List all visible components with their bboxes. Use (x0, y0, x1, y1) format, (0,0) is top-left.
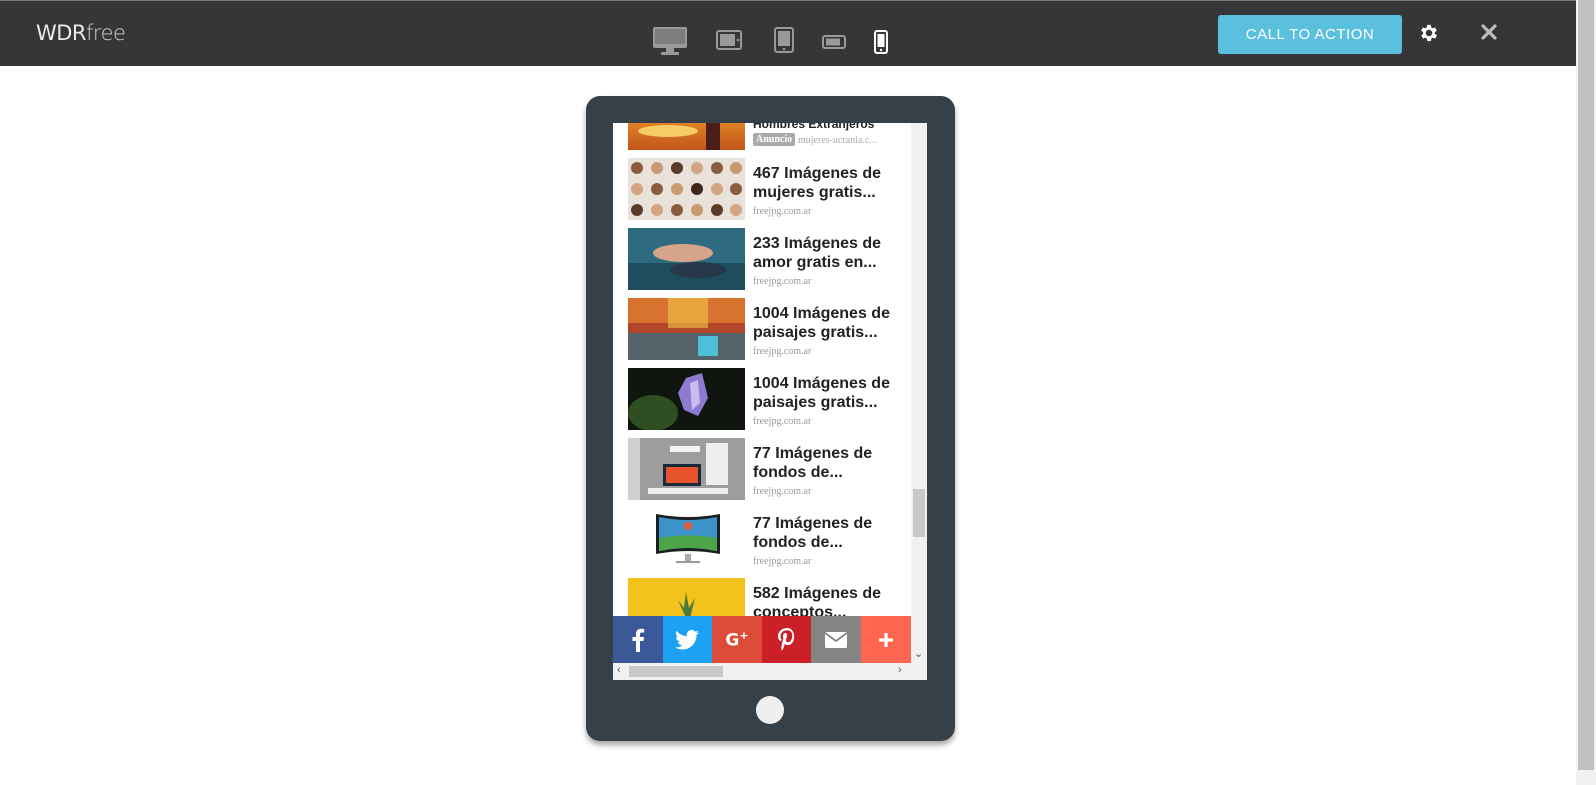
page-scrollbar-thumb[interactable] (1578, 0, 1594, 770)
pinterest-share-button[interactable] (761, 616, 812, 663)
top-toolbar: WDRfree CALL TO ACTION (0, 0, 1576, 66)
phone-portrait-icon[interactable] (874, 30, 888, 54)
twitter-icon (675, 629, 700, 649)
screen-horizontal-scrollbar-thumb[interactable] (629, 666, 723, 677)
ad-item[interactable]: Hombres Extranjeros Anuncio mujeres-ucra… (628, 123, 911, 150)
gear-icon[interactable] (1418, 22, 1440, 44)
facebook-icon (632, 628, 644, 652)
item-title: 467 Imágenes de mujeres gratis... (753, 165, 882, 201)
screen-horizontal-scrollbar[interactable]: ‹ › (613, 663, 927, 680)
more-icon (878, 632, 893, 647)
item-source: freejpg.com.ar (753, 276, 812, 287)
google-plus-share-button[interactable]: G+ (712, 616, 762, 663)
google-plus-icon: G+ (725, 628, 749, 651)
tablet-portrait-icon[interactable] (774, 27, 794, 53)
facebook-share-button[interactable] (613, 616, 663, 663)
screen-vertical-scrollbar-thumb[interactable] (913, 489, 925, 537)
scroll-down-arrow-icon[interactable]: ⌄ (914, 647, 923, 660)
item-source: freejpg.com.ar (753, 556, 812, 567)
list-item[interactable]: 1004 Imágenes de paisajes gratis... free… (628, 368, 911, 430)
device-frame: Hombres Extranjeros Anuncio mujeres-ucra… (586, 96, 955, 741)
page-scrollbar[interactable] (1576, 0, 1596, 785)
tablet-landscape-icon[interactable] (716, 30, 742, 50)
scroll-right-arrow-icon[interactable]: › (898, 664, 902, 676)
list-item[interactable]: 233 Imágenes de amor gratis en... freejp… (628, 228, 911, 290)
item-title: 1004 Imágenes de paisajes gratis... (753, 305, 890, 341)
item-source: freejpg.com.ar (753, 416, 812, 427)
item-thumbnail (628, 228, 745, 290)
ad-domain: mujeres-ucrania.c... (798, 135, 877, 146)
pinterest-icon (777, 627, 794, 651)
item-title: 233 Imágenes de amor gratis en... (753, 235, 882, 271)
content-list: Hombres Extranjeros Anuncio mujeres-ucra… (613, 123, 911, 663)
item-thumbnail (628, 298, 745, 360)
list-item[interactable]: 77 Imágenes de fondos de... freejpg.com.… (628, 508, 911, 570)
item-source: freejpg.com.ar (753, 206, 812, 217)
device-screen: Hombres Extranjeros Anuncio mujeres-ucra… (613, 123, 927, 680)
item-source: freejpg.com.ar (753, 346, 812, 357)
item-title: 77 Imágenes de fondos de... (753, 515, 873, 551)
item-title: 77 Imágenes de fondos de... (753, 445, 873, 481)
list-item[interactable]: 467 Imágenes de mujeres gratis... freejp… (628, 158, 911, 220)
ad-title: Hombres Extranjeros (753, 123, 875, 131)
list-item[interactable]: 77 Imágenes de fondos de... freejpg.com.… (628, 438, 911, 500)
share-bar: G+ (613, 616, 911, 663)
screen-vertical-scrollbar[interactable]: ⌄ (911, 123, 927, 663)
list-item[interactable]: 1004 Imágenes de paisajes gratis... free… (628, 298, 911, 360)
call-to-action-button[interactable]: CALL TO ACTION (1218, 15, 1402, 54)
item-thumbnail (628, 438, 745, 500)
more-share-button[interactable] (860, 616, 911, 663)
app-logo[interactable]: WDRfree (36, 21, 126, 45)
twitter-share-button[interactable] (662, 616, 713, 663)
close-icon[interactable] (1479, 22, 1499, 42)
home-button[interactable] (756, 696, 784, 724)
item-thumbnail (628, 368, 745, 430)
desktop-icon[interactable] (652, 26, 688, 56)
item-source: freejpg.com.ar (753, 486, 812, 497)
scroll-left-arrow-icon[interactable]: ‹ (617, 664, 621, 676)
item-thumbnail (628, 158, 745, 220)
email-icon (825, 631, 848, 648)
phone-landscape-icon[interactable] (822, 35, 846, 49)
ad-badge: Anuncio (753, 133, 796, 146)
ad-thumbnail (628, 123, 745, 150)
item-title: 1004 Imágenes de paisajes gratis... (753, 375, 890, 411)
email-share-button[interactable] (811, 616, 861, 663)
item-thumbnail (628, 508, 745, 570)
